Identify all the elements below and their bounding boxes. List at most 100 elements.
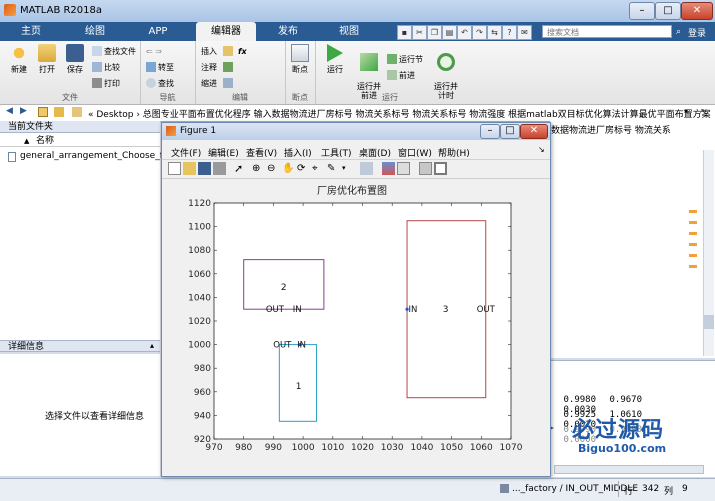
show-plot-tools-icon[interactable]: [434, 162, 447, 175]
details-expand-icon[interactable]: ▴: [150, 341, 154, 350]
pointer-icon[interactable]: ➚: [234, 162, 247, 175]
current-path[interactable]: « Desktop › 总图专业平面布置优化程序 输入数据物流进厂房标号 物流关…: [88, 107, 711, 120]
save-quick-icon[interactable]: ▪: [397, 25, 412, 40]
data-cursor-icon[interactable]: ⌖: [312, 162, 325, 175]
compare-button[interactable]: 比较: [92, 61, 120, 74]
fx-button[interactable]: fx: [238, 45, 247, 58]
minimize-button[interactable]: –: [629, 2, 655, 20]
y-tick-label: 1040: [188, 293, 211, 303]
switch-windows-icon[interactable]: ⇆: [487, 25, 502, 40]
advance-button[interactable]: 前进: [387, 69, 415, 82]
search-path-icon[interactable]: ⌕: [700, 106, 705, 116]
goto-button[interactable]: 转至: [146, 61, 174, 74]
figure-menu-tools[interactable]: 工具(T): [321, 146, 352, 159]
port-annotation: OUT: [266, 305, 285, 315]
row-label: 行: [624, 487, 634, 497]
file-group-label: 文件: [62, 93, 78, 102]
print-figure-icon[interactable]: [213, 162, 226, 175]
tab-home[interactable]: 主页: [6, 22, 56, 41]
community-quick-icon[interactable]: ✉: [517, 25, 532, 40]
forward-arrow-icon[interactable]: ▶: [20, 106, 27, 116]
undo-quick-icon[interactable]: ↶: [457, 25, 472, 40]
figure-menu-window[interactable]: 窗口(W): [398, 146, 432, 159]
axes-box: [213, 202, 512, 440]
indent-button[interactable]: 缩进: [201, 77, 217, 90]
link-plot-icon[interactable]: [360, 162, 373, 175]
run-button[interactable]: 运行: [321, 44, 349, 75]
close-button[interactable]: ✕: [681, 2, 713, 20]
figure-window[interactable]: Figure 1 – □ ✕ 文件(F) 编辑(E) 查看(V) 插入(I) 工…: [161, 122, 551, 477]
new-button[interactable]: 新建: [6, 44, 32, 75]
find-button[interactable]: 查找: [146, 77, 174, 90]
legend-icon[interactable]: [397, 162, 410, 175]
figure-menu-edit[interactable]: 编辑(E): [208, 146, 239, 159]
run-section-button[interactable]: 运行节: [387, 53, 423, 66]
hide-plot-tools-icon[interactable]: [419, 162, 432, 175]
figure-close-button[interactable]: ✕: [520, 124, 548, 139]
figure-menu-insert[interactable]: 插入(I): [284, 146, 312, 159]
figure-menu-desktop[interactable]: 桌面(D): [359, 146, 391, 159]
save-button[interactable]: 保存: [62, 44, 88, 75]
open-button[interactable]: 打开: [34, 44, 60, 75]
compare-icon: [92, 62, 102, 72]
copy-quick-icon[interactable]: ❐: [427, 25, 442, 40]
tab-plots[interactable]: 绘图: [70, 22, 120, 41]
paste-quick-icon[interactable]: ▤: [442, 25, 457, 40]
port-annotation: IN: [293, 305, 302, 315]
redo-quick-icon[interactable]: ↷: [472, 25, 487, 40]
file-list-item[interactable]: general_arrangement_Choose_fa: [20, 151, 168, 161]
editor-scroll-thumb[interactable]: [704, 315, 714, 329]
rotate-3d-icon[interactable]: ⟳: [297, 162, 310, 175]
figure-menu-dock-icon[interactable]: ↘: [538, 145, 545, 154]
brush-dropdown-icon[interactable]: ▾: [342, 162, 355, 175]
breakpoints-group: 断点 断点: [285, 41, 316, 104]
ribbon-tab-bar: 主页 绘图 APP 编辑器 发布 视图 ▪ ✂ ❐ ▤ ↶ ↷ ⇆ ? ✉ 搜索…: [0, 22, 715, 41]
help-quick-icon[interactable]: ?: [502, 25, 517, 40]
brush-icon[interactable]: ✎: [327, 162, 340, 175]
x-tick-label: 980: [235, 443, 252, 453]
login-link[interactable]: 登录: [688, 26, 706, 39]
figure-title-bar[interactable]: Figure 1 – □ ✕: [162, 123, 550, 140]
tab-editor[interactable]: 编辑器: [196, 22, 256, 41]
figure-maximize-button[interactable]: □: [500, 124, 520, 139]
editor-scrollbar[interactable]: [703, 150, 714, 356]
insert-button[interactable]: 插入: [201, 45, 217, 58]
maximize-button[interactable]: □: [655, 2, 681, 20]
run-advance-icon: [360, 53, 378, 71]
row-number: 342: [642, 484, 660, 494]
search-documentation-input[interactable]: 搜索文档: [542, 25, 672, 38]
back-arrow-icon[interactable]: ◀: [6, 106, 13, 116]
breakpoints-button[interactable]: 断点: [287, 44, 313, 75]
pan-hand-icon[interactable]: ✋: [282, 162, 295, 175]
new-figure-icon[interactable]: [168, 162, 181, 175]
colorbar-icon[interactable]: [382, 162, 395, 175]
status-divider: [618, 481, 619, 497]
figure-menu-file[interactable]: 文件(F): [171, 146, 201, 159]
path-dropdown-icon[interactable]: ▾: [684, 107, 688, 116]
find-files-button[interactable]: 查找文件: [92, 45, 136, 58]
stopwatch-icon: [437, 53, 455, 71]
navigate-group-label: 导航: [159, 93, 176, 102]
workspace-hscrollbar[interactable]: [554, 465, 704, 474]
zoom-in-icon[interactable]: ⊕: [252, 162, 265, 175]
tab-apps[interactable]: APP: [133, 22, 183, 41]
browse-folder-icon[interactable]: [54, 107, 64, 117]
figure-minimize-button[interactable]: –: [480, 124, 500, 139]
comment-button[interactable]: 注释: [201, 61, 217, 74]
chart-title: 厂房优化布置图: [317, 184, 387, 197]
nav-arrows-icon[interactable]: ⇐ ⇒: [146, 45, 162, 58]
up-folder-icon[interactable]: [38, 107, 48, 117]
figure-menu-view[interactable]: 查看(V): [246, 146, 277, 159]
print-button[interactable]: 打印: [92, 77, 120, 90]
tab-publish[interactable]: 发布: [262, 22, 314, 41]
figure-menu-help[interactable]: 帮助(H): [438, 146, 470, 159]
open-file-icon[interactable]: [183, 162, 196, 175]
search-icon[interactable]: ⌕: [676, 27, 681, 37]
x-tick-label: 1020: [351, 443, 374, 453]
plot-area[interactable]: 厂房优化布置图 970 980 990 1000 1010 1020 1030 1040 105…: [162, 179, 550, 476]
zoom-out-icon[interactable]: ⊖: [267, 162, 280, 175]
cut-quick-icon[interactable]: ✂: [412, 25, 427, 40]
save-figure-icon[interactable]: [198, 162, 211, 175]
tab-view[interactable]: 视图: [323, 22, 375, 41]
run-group-label: 运行: [382, 93, 398, 102]
